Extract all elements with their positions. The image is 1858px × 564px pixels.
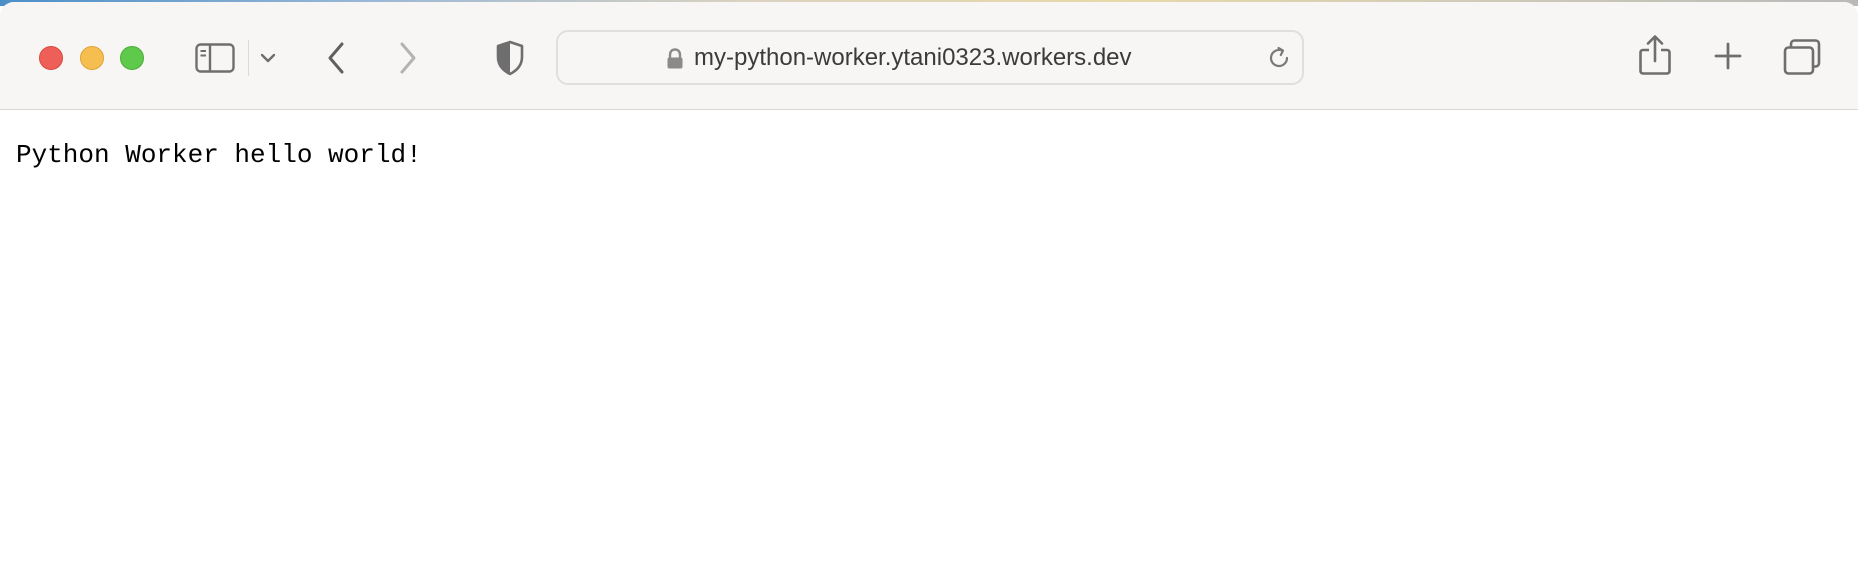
browser-window: my-python-worker.ytani0323.workers.dev P… <box>0 2 1858 564</box>
new-tab-button[interactable] <box>1708 36 1748 76</box>
share-icon <box>1639 35 1671 75</box>
url-text[interactable]: my-python-worker.ytani0323.workers.dev <box>694 32 1132 83</box>
chevron-right-icon <box>400 42 416 74</box>
page-content: Python Worker hello world! <box>0 110 1858 564</box>
share-button[interactable] <box>1634 32 1676 78</box>
sidebar-icon <box>195 43 235 73</box>
chevron-left-icon <box>328 42 344 74</box>
sidebar-menu-button[interactable] <box>256 46 280 70</box>
privacy-report-button[interactable] <box>490 36 530 80</box>
plus-icon <box>1714 42 1742 70</box>
tabs-overview-icon <box>1783 39 1821 75</box>
toolbar-divider <box>248 40 249 76</box>
reload-icon[interactable] <box>1266 45 1292 71</box>
back-button[interactable] <box>318 38 354 78</box>
chevron-down-icon <box>260 53 276 63</box>
sidebar-toggle-button[interactable] <box>193 38 237 78</box>
shield-icon <box>496 40 524 76</box>
window-maximize-button[interactable] <box>120 46 144 70</box>
lock-icon <box>667 48 683 69</box>
tab-overview-button[interactable] <box>1780 36 1824 78</box>
page-body-text: Python Worker hello world! <box>16 140 422 170</box>
address-bar[interactable]: my-python-worker.ytani0323.workers.dev <box>556 30 1304 85</box>
window-minimize-button[interactable] <box>80 46 104 70</box>
browser-toolbar: my-python-worker.ytani0323.workers.dev <box>0 2 1858 110</box>
forward-button[interactable] <box>390 38 426 78</box>
window-close-button[interactable] <box>39 46 63 70</box>
